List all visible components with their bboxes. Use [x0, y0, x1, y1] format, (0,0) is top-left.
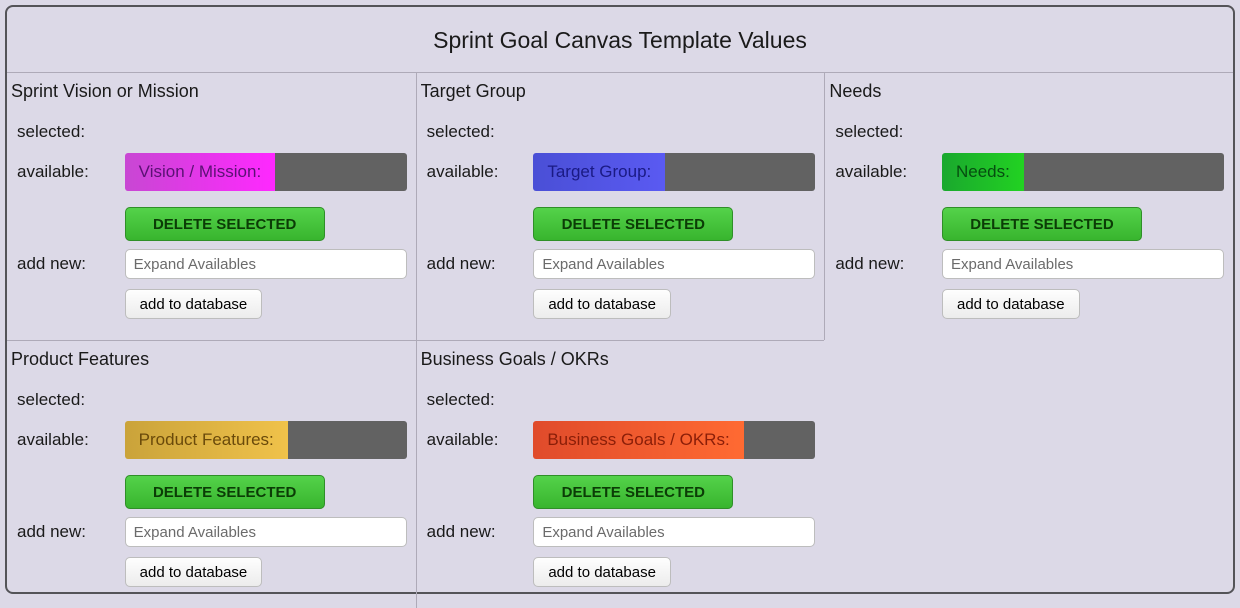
- chip-label: Business Goals / OKRs:: [533, 421, 743, 459]
- add-new-input[interactable]: [942, 249, 1224, 279]
- add-to-database-button[interactable]: add to database: [125, 289, 263, 319]
- available-label: available:: [11, 420, 124, 460]
- delete-selected-button[interactable]: DELETE SELECTED: [125, 475, 325, 509]
- panel-features: Product Features selected: available: Pr…: [7, 340, 416, 608]
- available-chip[interactable]: Product Features:: [125, 421, 407, 459]
- chip-remainder: [288, 421, 407, 459]
- chip-label: Needs:: [942, 153, 1024, 191]
- available-chip[interactable]: Needs:: [942, 153, 1224, 191]
- panel-grid: Sprint Vision or Mission selected: avail…: [7, 72, 1233, 608]
- panel-heading: Business Goals / OKRs: [421, 349, 817, 370]
- add-new-input[interactable]: [533, 517, 815, 547]
- page-title: Sprint Goal Canvas Template Values: [7, 27, 1233, 54]
- delete-selected-button[interactable]: DELETE SELECTED: [533, 207, 733, 241]
- chip-label: Target Group:: [533, 153, 665, 191]
- add-to-database-button[interactable]: add to database: [942, 289, 1080, 319]
- add-to-database-button[interactable]: add to database: [125, 557, 263, 587]
- add-new-label: add new:: [421, 516, 533, 548]
- add-to-database-button[interactable]: add to database: [533, 557, 671, 587]
- add-new-label: add new:: [11, 248, 124, 280]
- selected-label: selected:: [829, 118, 941, 146]
- chip-label: Product Features:: [125, 421, 288, 459]
- chip-remainder: [1024, 153, 1224, 191]
- delete-selected-button[interactable]: DELETE SELECTED: [942, 207, 1142, 241]
- add-new-input[interactable]: [533, 249, 815, 279]
- chip-remainder: [744, 421, 816, 459]
- selected-value: [124, 118, 408, 146]
- chip-remainder: [665, 153, 815, 191]
- available-label: available:: [11, 152, 124, 192]
- add-new-input[interactable]: [125, 517, 407, 547]
- selected-value: [532, 386, 816, 414]
- available-label: available:: [421, 152, 533, 192]
- app-frame: Sprint Goal Canvas Template Values Sprin…: [5, 5, 1235, 594]
- selected-label: selected:: [11, 118, 124, 146]
- delete-selected-button[interactable]: DELETE SELECTED: [125, 207, 325, 241]
- selected-label: selected:: [11, 386, 124, 414]
- panel-goals: Business Goals / OKRs selected: availabl…: [416, 340, 825, 608]
- available-label: available:: [421, 420, 533, 460]
- add-new-label: add new:: [829, 248, 941, 280]
- add-new-input[interactable]: [125, 249, 407, 279]
- add-to-database-button[interactable]: add to database: [533, 289, 671, 319]
- panel-heading: Target Group: [421, 81, 817, 102]
- panel-vision: Sprint Vision or Mission selected: avail…: [7, 72, 416, 340]
- available-label: available:: [829, 152, 941, 192]
- available-chip[interactable]: Vision / Mission:: [125, 153, 407, 191]
- delete-selected-button[interactable]: DELETE SELECTED: [533, 475, 733, 509]
- add-new-label: add new:: [11, 516, 124, 548]
- selected-label: selected:: [421, 386, 533, 414]
- selected-value: [532, 118, 816, 146]
- panel-needs: Needs selected: available: Needs: DELETE…: [824, 72, 1233, 340]
- chip-label: Vision / Mission:: [125, 153, 276, 191]
- panel-target: Target Group selected: available: Target…: [416, 72, 825, 340]
- selected-value: [124, 386, 408, 414]
- available-chip[interactable]: Target Group:: [533, 153, 815, 191]
- chip-remainder: [275, 153, 406, 191]
- selected-label: selected:: [421, 118, 533, 146]
- available-chip[interactable]: Business Goals / OKRs:: [533, 421, 815, 459]
- panel-heading: Needs: [829, 81, 1225, 102]
- selected-value: [941, 118, 1225, 146]
- panel-heading: Product Features: [11, 349, 408, 370]
- add-new-label: add new:: [421, 248, 533, 280]
- panel-heading: Sprint Vision or Mission: [11, 81, 408, 102]
